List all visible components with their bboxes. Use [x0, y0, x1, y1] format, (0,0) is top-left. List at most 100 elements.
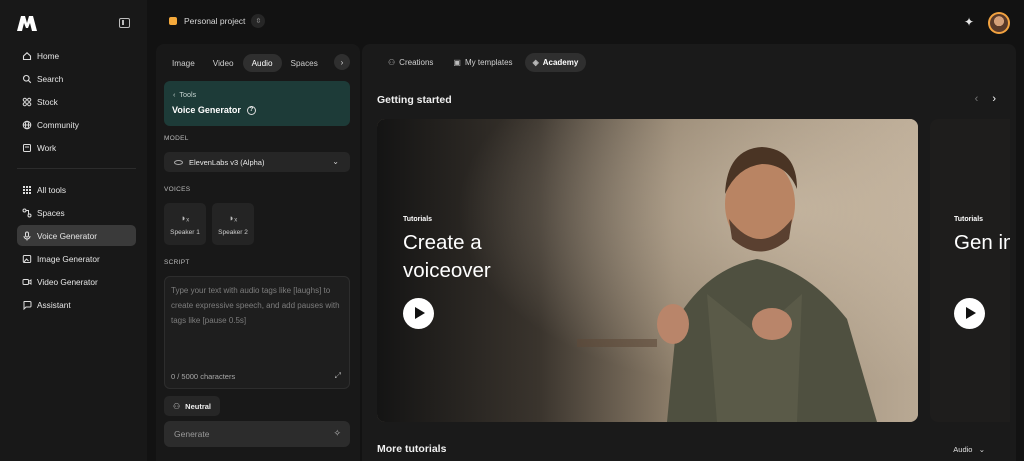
generate-label: Generate	[174, 429, 210, 439]
tab-label: My templates	[464, 58, 513, 67]
image-icon	[22, 254, 32, 264]
chevron-down-icon: ⌄	[332, 157, 339, 166]
sidebar-item-assistant[interactable]: Assistant	[17, 294, 136, 315]
carousel-arrows: ‹ ›	[975, 93, 996, 105]
assistant-icon	[22, 300, 32, 310]
academy-icon: ◈	[532, 58, 539, 67]
tab-label: Academy	[542, 58, 579, 67]
chevron-right-icon[interactable]: ›	[992, 93, 996, 105]
tool-header-card: ‹ Tools Voice Generator ?	[164, 81, 350, 126]
speaker-1-button[interactable]: ◗ₓ Speaker 1	[164, 203, 206, 245]
card-title: Gen imag	[954, 231, 1010, 254]
chevron-down-icon: ⌄	[974, 445, 985, 454]
tab-academy[interactable]: ◈ Academy	[524, 53, 587, 72]
tutorial-card[interactable]: Tutorials Create a voiceover	[377, 119, 918, 422]
model-icon	[174, 159, 183, 165]
tab-my-templates[interactable]: ▣ My templates	[445, 53, 520, 72]
tab-spaces[interactable]: Spaces	[282, 54, 327, 72]
tab-label: Creations	[399, 58, 434, 67]
sparkle-icon: ✧	[333, 428, 341, 438]
globe-icon	[22, 120, 32, 130]
expand-icon[interactable]: ⤢	[335, 371, 341, 381]
sidebar-item-image-generator[interactable]: Image Generator	[17, 248, 136, 269]
tone-label: Neutral	[185, 401, 212, 411]
sidebar-item-video-generator[interactable]: Video Generator	[17, 271, 136, 292]
home-icon	[22, 51, 32, 61]
sidebar-item-work[interactable]: Work	[17, 137, 136, 158]
tab-creations[interactable]: ⚇ Creations	[380, 53, 441, 72]
breadcrumb[interactable]: ‹ Tools	[173, 90, 196, 99]
main-tabs: ⚇ Creations ▣ My templates ◈ Academy	[380, 53, 590, 72]
scrollbar[interactable]	[1016, 44, 1024, 461]
model-value: ElevenLabs v3 (Alpha)	[189, 157, 265, 167]
microphone-icon	[22, 231, 32, 241]
tool-title: Voice Generator ?	[172, 105, 256, 115]
sidebar-item-stock[interactable]: Stock	[17, 91, 136, 112]
sidebar-item-label: All tools	[37, 184, 67, 195]
filter-label: Audio	[953, 445, 973, 454]
section-title: Getting started	[377, 94, 452, 106]
sidebar-item-label: Search	[37, 73, 64, 84]
script-label: SCRIPT	[164, 259, 190, 266]
creations-icon: ⚇	[388, 58, 396, 67]
sidebar-item-label: Image Generator	[37, 253, 100, 264]
generate-button[interactable]: Generate ✧	[164, 421, 350, 447]
avatar[interactable]	[988, 12, 1010, 34]
sidebar-item-label: Voice Generator	[37, 230, 97, 241]
speaker-label: Speaker 1	[170, 228, 200, 236]
card-title: Create a voiceover	[403, 231, 491, 282]
app-logo[interactable]	[16, 14, 38, 32]
templates-icon: ▣	[453, 58, 461, 67]
play-button[interactable]	[403, 298, 434, 329]
sidebar-item-label: Community	[37, 119, 79, 130]
sidebar-item-label: Stock	[37, 96, 58, 107]
script-textarea[interactable]: Type your text with audio tags like [lau…	[164, 276, 350, 389]
tabs-next-button[interactable]: ›	[334, 54, 350, 70]
sidebar-divider	[17, 168, 136, 169]
project-name: Personal project	[184, 16, 246, 26]
more-tutorials-title: More tutorials	[377, 443, 447, 455]
stock-icon	[22, 97, 32, 107]
sparkle-icon[interactable]: ✦	[964, 15, 974, 29]
filter-dropdown[interactable]: Audio ⌄	[953, 445, 985, 454]
collapse-sidebar-icon[interactable]	[119, 18, 130, 28]
breadcrumb-label: Tools	[179, 90, 197, 99]
sidebar-item-label: Work	[37, 142, 57, 153]
sidebar-item-voice-generator[interactable]: Voice Generator	[17, 225, 136, 246]
character-count: 0 / 5000 characters	[171, 372, 236, 381]
speaker-label: Speaker 2	[218, 228, 248, 236]
sidebar-item-label: Assistant	[37, 299, 71, 310]
tone-button[interactable]: ⚇ Neutral	[164, 396, 221, 416]
voices-label: VOICES	[164, 186, 191, 193]
tool-panel: Image Video Audio Spaces › ‹ Tools Voice…	[156, 44, 360, 461]
help-icon[interactable]: ?	[246, 105, 256, 115]
tab-audio[interactable]: Audio	[242, 54, 282, 72]
tab-video[interactable]: Video	[204, 54, 243, 72]
sidebar-item-community[interactable]: Community	[17, 114, 136, 135]
project-color-icon	[169, 17, 177, 25]
video-icon	[22, 277, 32, 287]
main-content: ⚇ Creations ▣ My templates ◈ Academy Get…	[362, 44, 1016, 461]
spaces-icon	[22, 208, 32, 218]
model-select[interactable]: ElevenLabs v3 (Alpha) ⌄	[164, 152, 350, 172]
card-kicker: Tutorials	[954, 216, 984, 223]
project-switcher[interactable]: Personal project ⇳	[169, 14, 266, 28]
play-button[interactable]	[954, 298, 985, 329]
sidebar-item-all-tools[interactable]: All tools	[17, 179, 136, 200]
script-placeholder: Type your text with audio tags like [lau…	[171, 286, 340, 325]
speaker-add-icon: ◗ₓ	[228, 212, 238, 223]
search-icon	[22, 74, 32, 84]
sidebar-item-spaces[interactable]: Spaces	[17, 202, 136, 223]
sidebar-item-search[interactable]: Search	[17, 68, 136, 89]
top-bar: Personal project ⇳ ✦	[147, 0, 1024, 44]
chevron-left-icon[interactable]: ‹	[975, 93, 979, 105]
speaker-2-button[interactable]: ◗ₓ Speaker 2	[212, 203, 254, 245]
sidebar-item-home[interactable]: Home	[17, 45, 136, 66]
tutorial-card[interactable]: Tutorials Gen imag	[930, 119, 1010, 422]
speaker-add-icon: ◗ₓ	[180, 212, 190, 223]
grid-icon	[22, 185, 32, 195]
tab-image[interactable]: Image	[163, 54, 204, 72]
tool-tabs: Image Video Audio Spaces	[163, 54, 327, 72]
card-kicker: Tutorials	[403, 216, 433, 223]
chevron-updown-icon[interactable]: ⇳	[251, 14, 266, 28]
